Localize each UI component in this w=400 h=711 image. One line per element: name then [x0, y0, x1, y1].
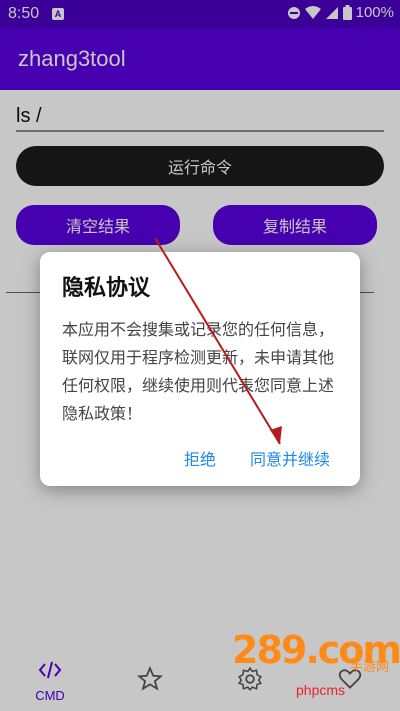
accept-continue-button[interactable]: 同意并继续 [250, 446, 330, 470]
dialog-title: 隐私协议 [62, 276, 151, 301]
reject-button[interactable]: 拒绝 [184, 446, 216, 470]
privacy-dialog: 隐私协议 本应用不会搜集或记录您的任何信息，联网仅用于程序检测更新，未申请其他任… [40, 252, 360, 486]
watermark-sub: 手游网 [350, 660, 390, 675]
watermark: 289.com 手游网 phpcms [232, 628, 400, 698]
dialog-message: 本应用不会搜集或记录您的任何信息，联网仅用于程序检测更新，未申请其他任何权限，继… [62, 320, 335, 423]
watermark-phpcms: phpcms [296, 682, 346, 698]
